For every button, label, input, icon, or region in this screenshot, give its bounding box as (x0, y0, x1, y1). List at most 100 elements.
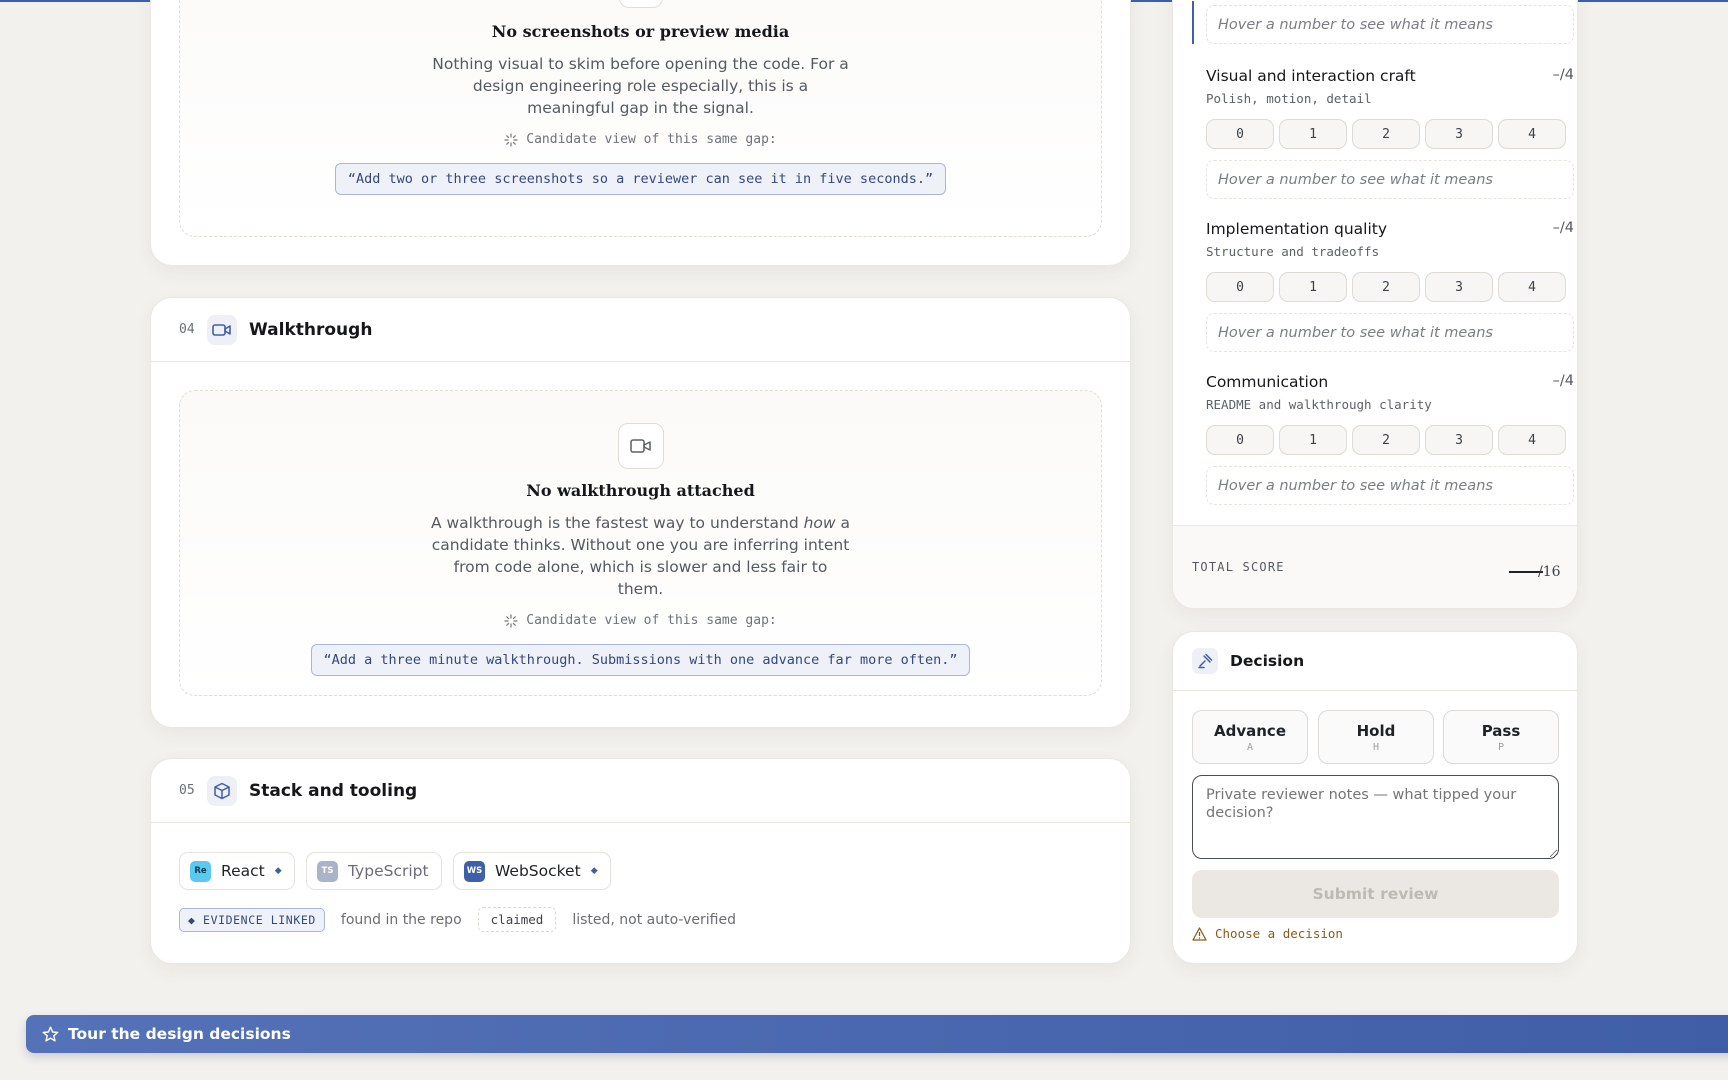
decision-header: Decision (1173, 632, 1577, 691)
criterion-score: –/4 (1552, 220, 1574, 236)
section-title: Walkthrough (249, 319, 373, 340)
tour-design-decisions-button[interactable]: Tour the design decisions (26, 1015, 1728, 1053)
candidate-view-label: Candidate view of this same gap: (526, 132, 777, 147)
tour-label: Tour the design decisions (68, 1025, 291, 1043)
react-logo-icon: Re (190, 860, 211, 882)
active-criterion-bar (1192, 1, 1194, 44)
decision-card: Decision Advance A Hold H Pass P Submit … (1172, 631, 1578, 964)
total-score-max: /16 (1538, 564, 1561, 580)
score-option-4[interactable]: 4 (1498, 119, 1566, 149)
hold-button[interactable]: Hold H (1318, 710, 1434, 764)
star-icon (42, 1026, 59, 1042)
pass-button[interactable]: Pass P (1443, 710, 1559, 764)
warning-icon (1192, 926, 1207, 941)
walkthrough-empty-title: No walkthrough attached (526, 481, 755, 500)
criterion-communication: Communication –/4 README and walkthrough… (1206, 373, 1574, 505)
video-icon (207, 314, 237, 345)
evidence-linked-text: found in the repo (340, 911, 462, 928)
score-option-2[interactable]: 2 (1352, 272, 1420, 302)
typescript-logo-icon: TS (317, 860, 338, 882)
score-option-3[interactable]: 3 (1425, 272, 1493, 302)
submit-review-button[interactable]: Submit review (1192, 870, 1559, 918)
advance-label: Advance (1214, 722, 1286, 740)
evidence-linked-badge: ◆ EVIDENCE LINKED (179, 907, 325, 932)
criterion-name: Visual and interaction craft (1206, 67, 1416, 85)
video-icon-box (617, 423, 664, 469)
score-option-4[interactable]: 4 (1498, 425, 1566, 455)
decision-title: Decision (1230, 652, 1305, 670)
claimed-badge: claimed (477, 907, 557, 932)
screenshots-empty-state: No screenshots or preview media Nothing … (179, 0, 1102, 237)
stack-legend: ◆ EVIDENCE LINKED found in the repo clai… (179, 907, 736, 932)
criterion-subtitle: README and walkthrough clarity (1206, 397, 1432, 412)
criterion-score: –/4 (1552, 67, 1574, 83)
evidence-diamond-icon: ◆ (274, 866, 282, 876)
rubric-card: Hover a number to see what it means Visu… (1172, 0, 1578, 609)
walkthrough-card: 04 Walkthrough No walkthrough attached A… (150, 297, 1131, 728)
pass-shortcut: P (1497, 742, 1505, 753)
criterion-visual-craft: Visual and interaction craft –/4 Polish,… (1206, 67, 1574, 199)
reviewer-notes-input[interactable] (1192, 775, 1559, 859)
criterion-score: –/4 (1552, 373, 1574, 389)
screenshots-empty-title: No screenshots or preview media (491, 22, 790, 41)
score-option-2[interactable]: 2 (1352, 119, 1420, 149)
stack-chip-websocket[interactable]: WS WebSocket ◆ (453, 852, 611, 890)
video-icon (629, 439, 651, 453)
hold-shortcut: H (1372, 742, 1380, 753)
score-option-1[interactable]: 1 (1279, 272, 1347, 302)
score-option-3[interactable]: 3 (1425, 119, 1493, 149)
walkthrough-empty-description: A walkthrough is the fastest way to unde… (430, 514, 851, 598)
score-options: 0 1 2 3 4 (1206, 272, 1574, 302)
stack-header[interactable]: 05 Stack and tooling (151, 759, 1130, 823)
cube-icon (207, 775, 237, 806)
section-number: 05 (179, 783, 195, 798)
score-option-1[interactable]: 1 (1279, 425, 1347, 455)
screenshots-candidate-line: Candidate view of this same gap: (180, 132, 1101, 147)
score-hint: Hover a number to see what it means (1206, 466, 1574, 505)
screenshots-empty-description: Nothing visual to skim before opening th… (432, 55, 849, 117)
score-options: 0 1 2 3 4 (1206, 425, 1574, 455)
warning-text: Choose a decision (1215, 926, 1343, 941)
score-hint: Hover a number to see what it means (1206, 5, 1574, 44)
walkthrough-candidate-line: Candidate view of this same gap: (180, 613, 1101, 628)
walkthrough-candidate-quote: “Add a three minute walkthrough. Submiss… (310, 644, 971, 676)
section-title: Stack and tooling (249, 780, 418, 801)
candidate-view-label: Candidate view of this same gap: (526, 613, 777, 628)
sparkle-icon (504, 132, 518, 147)
stack-card: 05 Stack and tooling Re React ◆ TS TypeS… (150, 758, 1131, 964)
criterion-subtitle: Structure and tradeoffs (1206, 244, 1380, 259)
chip-label: WebSocket (495, 862, 581, 880)
score-hint: Hover a number to see what it means (1206, 313, 1574, 352)
gavel-icon (1192, 648, 1218, 674)
walkthrough-empty-state: No walkthrough attached A walkthrough is… (179, 390, 1102, 696)
screenshots-candidate-quote: “Add two or three screenshots so a revie… (334, 163, 947, 195)
decision-warning: Choose a decision (1192, 926, 1343, 941)
score-option-2[interactable]: 2 (1352, 425, 1420, 455)
hold-label: Hold (1356, 722, 1396, 740)
score-option-3[interactable]: 3 (1425, 425, 1493, 455)
total-score-footer: TOTAL SCORE /16 (1173, 525, 1577, 608)
score-options: 0 1 2 3 4 (1206, 119, 1574, 149)
criterion-subtitle: Polish, motion, detail (1206, 91, 1372, 106)
criterion-name: Communication (1206, 373, 1329, 391)
criterion-implementation: Implementation quality –/4 Structure and… (1206, 220, 1574, 352)
chip-label: TypeScript (348, 862, 429, 880)
score-option-0[interactable]: 0 (1206, 272, 1274, 302)
websocket-logo-icon: WS (464, 860, 485, 882)
stack-chip-react[interactable]: Re React ◆ (179, 852, 295, 890)
pass-label: Pass (1481, 722, 1521, 740)
screenshots-card: No screenshots or preview media Nothing … (150, 0, 1131, 266)
score-option-1[interactable]: 1 (1279, 119, 1347, 149)
criterion-name: Implementation quality (1206, 220, 1388, 238)
walkthrough-header[interactable]: 04 Walkthrough (151, 298, 1130, 362)
advance-button[interactable]: Advance A (1192, 710, 1308, 764)
advance-shortcut: A (1246, 742, 1254, 753)
score-option-4[interactable]: 4 (1498, 272, 1566, 302)
score-option-0[interactable]: 0 (1206, 425, 1274, 455)
claimed-text: listed, not auto-verified (572, 911, 736, 928)
sparkle-icon (504, 613, 518, 628)
stack-chip-typescript[interactable]: TS TypeScript (306, 852, 442, 890)
score-hint: Hover a number to see what it means (1206, 160, 1574, 199)
total-score-label: TOTAL SCORE (1192, 560, 1285, 574)
score-option-0[interactable]: 0 (1206, 119, 1274, 149)
